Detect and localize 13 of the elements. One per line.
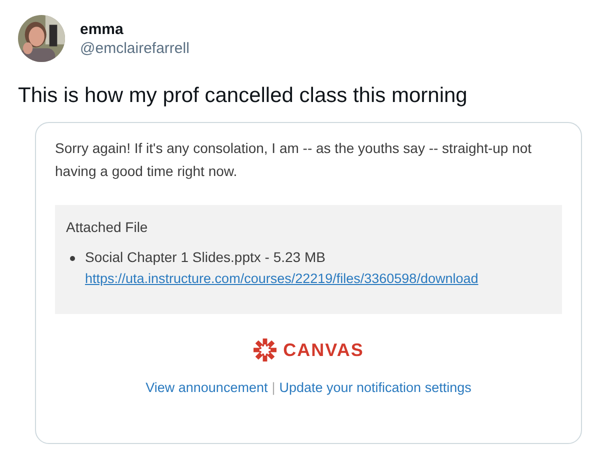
download-link[interactable]: https://uta.instructure.com/courses/22219/files/3360598/download — [85, 271, 478, 286]
user-handle[interactable]: @emclairefarrell — [80, 40, 190, 56]
file-name: Social Chapter 1 Slides.pptx - 5.23 MB — [85, 249, 326, 265]
logo-text: CANVAS — [283, 340, 364, 360]
user-name[interactable]: emma — [80, 20, 190, 38]
tweet-text: This is how my prof cancelled class this morning — [18, 84, 468, 108]
view-announcement-link[interactable]: View announcement — [146, 380, 268, 395]
link-separator: | — [272, 380, 276, 395]
bullet-icon — [70, 256, 75, 261]
logo-icon — [253, 338, 278, 362]
attachment-heading: Attached File — [66, 219, 149, 235]
email-message: Sorry again! If it's any consolation, I am -- as the youths say -- straight-up not having a good time right now. — [55, 139, 533, 181]
notification-settings-link[interactable]: Update your notification settings — [279, 380, 472, 395]
